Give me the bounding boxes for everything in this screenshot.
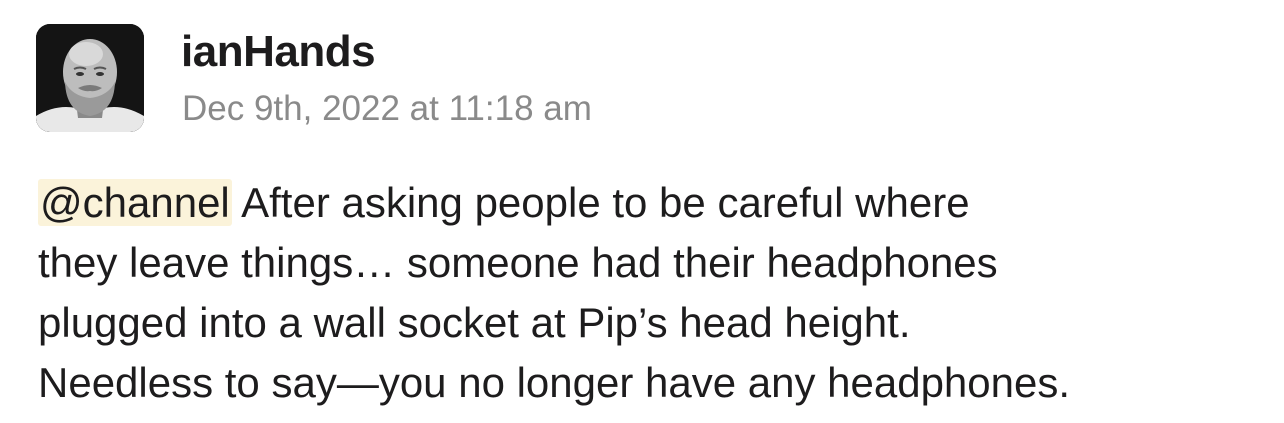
message-body: @channel After asking people to be caref…	[38, 173, 1268, 413]
message-text-line: Needless to say—you no longer have any h…	[38, 359, 1071, 406]
message-text-line: plugged into a wall socket at Pip’s head…	[38, 299, 911, 346]
username-link[interactable]: ianHands	[181, 24, 376, 80]
timestamp-link[interactable]: Dec 9th, 2022 at 11:18 am	[182, 86, 592, 132]
avatar-photo	[36, 24, 144, 132]
avatar[interactable]	[36, 24, 144, 132]
message: ianHands Dec 9th, 2022 at 11:18 am @chan…	[0, 0, 1284, 423]
message-text-line: After asking people to be careful where	[241, 179, 970, 226]
channel-mention[interactable]: @channel	[38, 179, 232, 226]
message-text-line: they leave things… someone had their hea…	[38, 239, 998, 286]
